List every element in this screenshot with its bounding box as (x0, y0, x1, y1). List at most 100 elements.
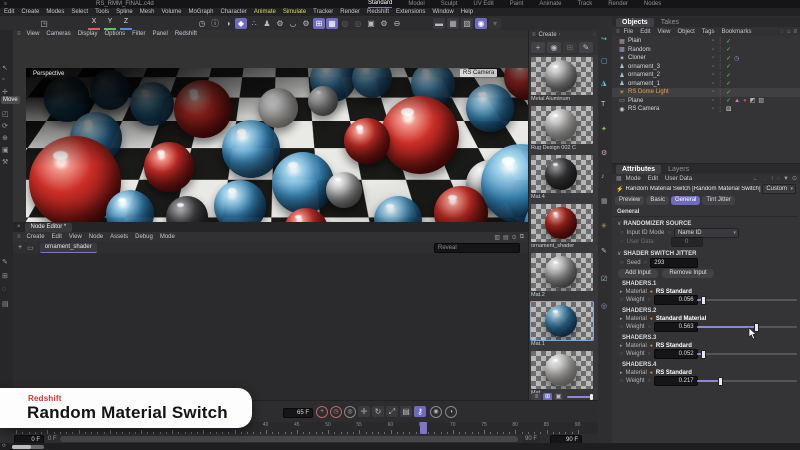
layout-tab-uv-edit[interactable]: UV Edit (473, 1, 493, 8)
visibility-dots-icon[interactable]: ⋮ (717, 80, 723, 87)
character-gear-icon[interactable]: ⚙ (274, 18, 286, 29)
key-dot-icon[interactable]: ○ (648, 297, 651, 303)
menu-extensions[interactable]: Extensions (396, 9, 425, 15)
check-icon[interactable]: ✓ (726, 72, 731, 79)
camera-tool-icon[interactable]: ▣ (365, 18, 377, 29)
close-tab-icon[interactable]: × (17, 224, 21, 230)
render-dot-icon[interactable]: ▫ (712, 98, 714, 104)
visibility-dots-icon[interactable]: ⋮ (717, 89, 723, 96)
render-dot-icon[interactable]: ▫ (712, 72, 714, 78)
viewport-menu-view[interactable]: View (27, 31, 40, 37)
viewport-menu-options[interactable]: Options (104, 31, 125, 37)
circle-b-icon[interactable]: ◎ (352, 18, 364, 29)
viewport-menu-panel[interactable]: Panel (152, 31, 167, 37)
clock-icon[interactable]: ◷ (734, 55, 739, 62)
axis-x-button[interactable]: X (88, 18, 100, 30)
user-data-field[interactable]: 0 (670, 236, 703, 247)
visibility-dots-icon[interactable]: ⋮ (717, 46, 723, 53)
render-dot-icon[interactable]: ▫ (712, 106, 714, 112)
material-item-ornament-shader[interactable]: ornament_shader (531, 204, 593, 250)
render-settings-icon[interactable]: ▨ (461, 18, 473, 29)
viewport-menu-display[interactable]: Display (78, 31, 98, 37)
menu-render[interactable]: Render (340, 9, 360, 15)
move-icon[interactable]: ✛ (2, 88, 8, 96)
snap-tool-icon[interactable]: ▣ (2, 146, 9, 154)
node-menu-debug[interactable]: Debug (135, 234, 153, 240)
material-item-mat-2[interactable]: Mat.2 (531, 253, 593, 299)
viewport-menu-icon[interactable]: ≡ (17, 31, 21, 37)
material-search-icon[interactable]: ◌ (592, 32, 596, 38)
filter-icon[interactable]: ≡ (793, 29, 797, 35)
object-row-random[interactable]: ▩ Random ▫ ⋮ ✓ (612, 46, 800, 55)
current-frame-field[interactable]: 65 F (283, 408, 313, 418)
seed-field[interactable]: 293 (650, 257, 699, 268)
menu-window[interactable]: Window (432, 9, 453, 15)
check-icon[interactable]: ✓ (726, 89, 731, 96)
object-menu-bookmarks[interactable]: Bookmarks (721, 29, 751, 35)
key-dot-icon[interactable]: ○ (620, 324, 623, 330)
menu-select[interactable]: Select (71, 9, 88, 15)
visibility-dots-icon[interactable]: ⋮ (717, 72, 723, 79)
node-editor-tab[interactable]: Node Editor * (24, 222, 73, 232)
shader-switch-jitter-header[interactable]: SHADER SWITCH JITTER (623, 251, 696, 257)
minus-icon[interactable]: ⊖ (391, 18, 403, 29)
cloth-icon[interactable]: ◡ (287, 18, 299, 29)
circle-a-icon[interactable]: ◎ (339, 18, 351, 29)
expand-arrow-icon[interactable]: ▸ (620, 289, 623, 295)
menu-mograph[interactable]: MoGraph (188, 9, 213, 15)
search-icon[interactable]: ◌ (780, 29, 784, 35)
material-node-icon[interactable]: ⊞ (563, 42, 577, 53)
reveal-search-input[interactable]: Reveal (434, 242, 520, 253)
render-dot-icon[interactable]: ▫ (712, 38, 714, 44)
pencil-icon[interactable]: ✎ (601, 247, 607, 255)
solo-on-icon[interactable]: ◑ (445, 406, 457, 418)
character-icon[interactable]: ♟ (261, 18, 273, 29)
refresh-icon[interactable]: ⟳ (2, 443, 6, 449)
material-item-mat-4[interactable]: Mat.4 (531, 155, 593, 201)
grid-icon[interactable]: ⊞ (313, 18, 325, 29)
material-item-metal-aluminum[interactable]: Metal Aluminum (531, 57, 593, 103)
layout-tab-track[interactable]: Track (577, 1, 592, 8)
menu-tracker[interactable]: Tracker (313, 9, 333, 15)
autokeying-icon[interactable]: ⚷ (414, 406, 426, 417)
scale-icon[interactable]: ◰ (2, 110, 9, 118)
layout-tab-model[interactable]: Model (408, 1, 424, 8)
object-row-rs-dome-light[interactable]: ☀ RS Dome Light ▫ ⋮ ✓ (612, 88, 800, 97)
weight-slider-handle[interactable] (701, 296, 706, 305)
particles-icon[interactable]: ∴ (248, 18, 260, 29)
section-button-basic[interactable]: Basic (646, 196, 670, 205)
viewport-menu-filter[interactable]: Filter (132, 31, 145, 37)
menu-tools[interactable]: Tools (95, 9, 109, 15)
menu-simulate[interactable]: Simulate (283, 9, 306, 15)
preset-dropdown[interactable]: Custom (762, 184, 796, 194)
expand-arrow-icon[interactable]: ▸ (620, 370, 623, 376)
menu-mesh[interactable]: Mesh (140, 9, 155, 15)
dice-icon[interactable]: ⚄ (726, 106, 731, 113)
layout-split-icon[interactable]: ▥ (494, 234, 500, 241)
box-select-icon[interactable]: ▫ (2, 76, 4, 83)
triangle-icon[interactable]: ▲ (734, 98, 740, 104)
material-item-rug-design-002-c[interactable]: Rug Design 002 C (531, 106, 593, 152)
undo-icon[interactable]: ◳ (38, 18, 50, 29)
material-ball-icon[interactable]: ◉ (547, 42, 561, 53)
target-icon[interactable]: ◎ (601, 302, 607, 310)
node-menu-icon[interactable]: ≡ (17, 234, 21, 240)
gradient-icon[interactable]: ◩ (750, 97, 756, 104)
object-row-ornament-1[interactable]: ♟ ornament_1 ▫ ⋮ ✓ (612, 80, 800, 89)
key-parameter-icon[interactable]: ▤ (400, 406, 412, 417)
weight-slider[interactable] (697, 350, 797, 359)
shading-icon[interactable]: ◑ (222, 18, 234, 29)
tab-attributes[interactable]: Attributes (616, 164, 662, 174)
reddot-icon[interactable]: ● (743, 98, 747, 104)
key-dot-icon[interactable]: ○ (648, 378, 651, 384)
layout-tab-render[interactable]: Render (608, 1, 628, 8)
weight-field[interactable]: 0.056 (653, 295, 698, 305)
info-icon[interactable]: ⓘ (209, 18, 221, 29)
tab-objects[interactable]: Objects (616, 17, 654, 27)
search-icon[interactable]: ◌ (776, 176, 780, 182)
menu-volume[interactable]: Volume (161, 9, 181, 15)
object-menu-edit[interactable]: Edit (640, 29, 650, 35)
record-keyframe-icon[interactable]: + (316, 406, 328, 418)
visibility-dots-icon[interactable]: ⋮ (717, 55, 723, 62)
visibility-dots-icon[interactable]: ⋮ (717, 106, 723, 113)
